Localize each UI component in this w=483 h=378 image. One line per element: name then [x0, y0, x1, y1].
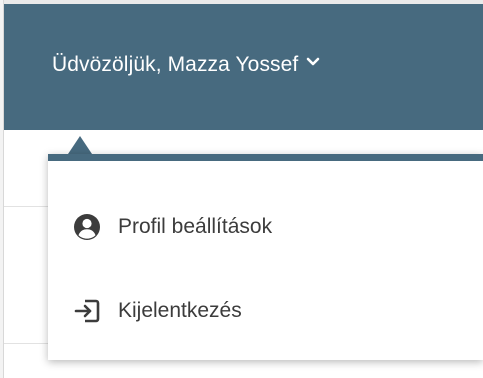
menu-item-label-profile: Profil beállítások	[118, 215, 273, 238]
dropdown-caret	[68, 136, 92, 154]
user-dropdown-menu: Profil beállítások Kijelentkezés	[48, 136, 483, 360]
app-window: Üdvözöljük, Mazza Yossef Profil beállítá…	[0, 0, 483, 378]
menu-item-profile-settings[interactable]: Profil beállítások	[48, 199, 483, 255]
user-menu-toggle[interactable]: Üdvözöljük, Mazza Yossef	[52, 49, 320, 81]
dropdown-panel: Profil beállítások Kijelentkezés	[48, 154, 483, 360]
sign-out-icon	[70, 294, 104, 328]
menu-item-label-logout: Kijelentkezés	[118, 299, 242, 322]
chevron-down-icon	[306, 55, 320, 69]
welcome-text: Üdvözöljük, Mazza Yossef	[52, 53, 299, 76]
menu-item-logout[interactable]: Kijelentkezés	[48, 283, 483, 339]
user-circle-icon	[70, 210, 104, 244]
top-header-bar: Üdvözöljük, Mazza Yossef	[4, 4, 483, 130]
